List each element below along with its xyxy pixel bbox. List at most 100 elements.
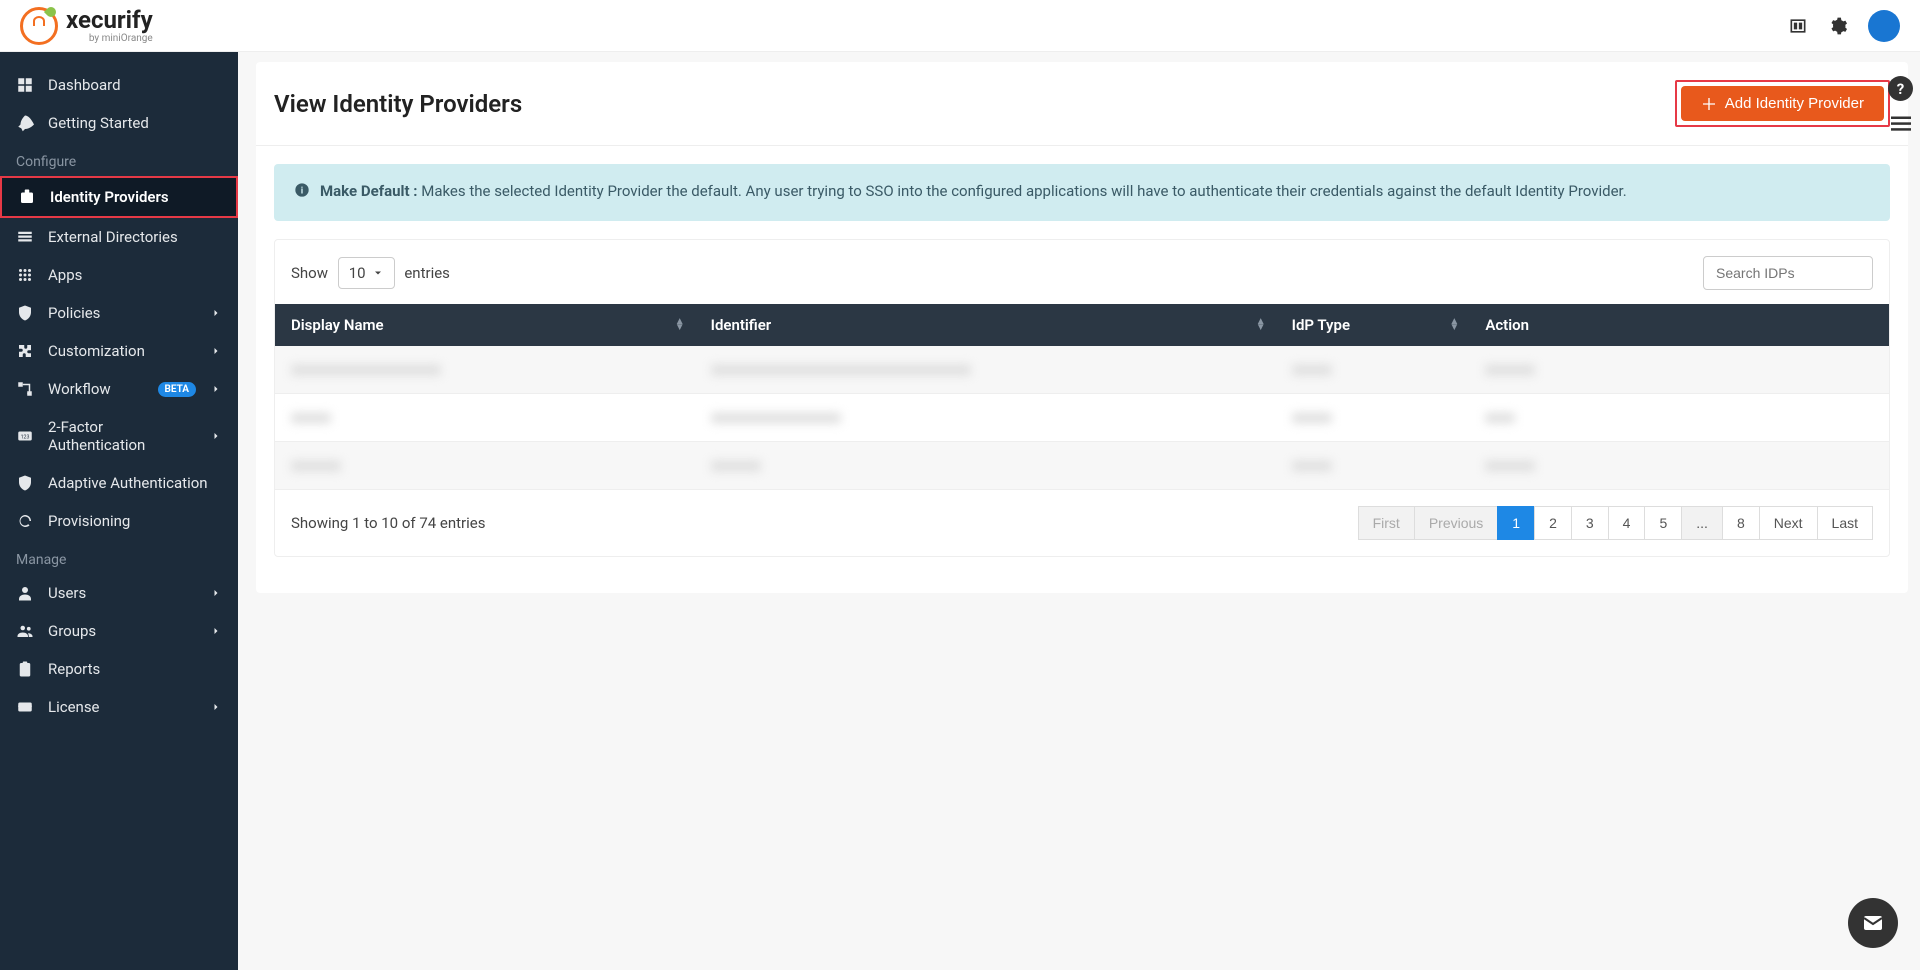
sidebar-item-label: License	[48, 698, 196, 716]
rocket-icon	[16, 114, 34, 132]
entries-select[interactable]: 10	[338, 257, 395, 289]
chevron-right-icon	[210, 307, 222, 319]
col-display-name[interactable]: Display Name▲▼	[275, 304, 695, 346]
svg-text:123: 123	[21, 434, 30, 440]
chevron-right-icon	[210, 383, 222, 395]
group-icon	[16, 622, 34, 640]
sidebar-section-manage: Manage	[0, 540, 238, 574]
chevron-right-icon	[210, 587, 222, 599]
sidebar-item-label: Policies	[48, 304, 196, 322]
sidebar-item-label: Adaptive Authentication	[48, 474, 222, 492]
page-first[interactable]: First	[1358, 506, 1415, 540]
sidebar-item-label: Groups	[48, 622, 196, 640]
card-icon	[16, 698, 34, 716]
banner-text: Makes the selected Identity Provider the…	[418, 182, 1627, 200]
page-8[interactable]: 8	[1722, 506, 1760, 540]
page-title: View Identity Providers	[274, 90, 522, 118]
user-icon	[16, 584, 34, 602]
table-row	[275, 393, 1889, 441]
sidebar-item-2fa[interactable]: 123 2-Factor Authentication	[0, 408, 238, 464]
page-3[interactable]: 3	[1571, 506, 1609, 540]
table-card: Show 10 entries Display Name▲▼ Identifie	[274, 239, 1890, 557]
banner-bold: Make Default :	[320, 182, 418, 200]
page-1[interactable]: 1	[1497, 506, 1535, 540]
plus-icon	[1701, 96, 1717, 112]
info-icon: i	[294, 182, 310, 205]
puzzle-icon	[16, 342, 34, 360]
add-identity-provider-button[interactable]: Add Identity Provider	[1681, 86, 1884, 121]
col-identifier[interactable]: Identifier▲▼	[695, 304, 1276, 346]
beta-badge: BETA	[158, 382, 197, 397]
sidebar-item-license[interactable]: License	[0, 688, 238, 726]
mail-icon	[1861, 911, 1885, 935]
table-row	[275, 346, 1889, 394]
docs-icon[interactable]	[1788, 16, 1808, 36]
brand-logo[interactable]: xecurify by miniOrange	[20, 7, 153, 45]
sidebar-item-label: Getting Started	[48, 114, 222, 132]
sidebar-item-groups[interactable]: Groups	[0, 612, 238, 650]
chevron-right-icon	[210, 345, 222, 357]
sidebar-item-label: Provisioning	[48, 512, 222, 530]
search-input[interactable]	[1703, 256, 1873, 290]
sidebar-item-external-directories[interactable]: External Directories	[0, 218, 238, 256]
grid-icon	[16, 76, 34, 94]
sidebar-item-provisioning[interactable]: Provisioning	[0, 502, 238, 540]
page-2[interactable]: 2	[1534, 506, 1572, 540]
entries-value: 10	[349, 264, 366, 282]
sidebar-item-workflow[interactable]: Workflow BETA	[0, 370, 238, 408]
chat-button[interactable]	[1848, 898, 1898, 948]
sidebar-item-getting-started[interactable]: Getting Started	[0, 104, 238, 142]
help-button[interactable]: ?	[1888, 76, 1913, 101]
sidebar-item-adaptive-auth[interactable]: Adaptive Authentication	[0, 464, 238, 502]
page-5[interactable]: 5	[1644, 506, 1682, 540]
mfa-icon: 123	[16, 427, 34, 445]
sidebar-item-label: Customization	[48, 342, 196, 360]
chevron-right-icon	[210, 625, 222, 637]
sidebar: Dashboard Getting Started Configure Iden…	[0, 52, 238, 970]
sidebar-item-label: Workflow	[48, 380, 144, 398]
chevron-down-icon	[372, 267, 384, 279]
sidebar-item-label: Apps	[48, 266, 222, 284]
svg-text:i: i	[301, 185, 303, 196]
sidebar-item-users[interactable]: Users	[0, 574, 238, 612]
sidebar-item-policies[interactable]: Policies	[0, 294, 238, 332]
topbar: xecurify by miniOrange	[0, 0, 1920, 52]
page-last[interactable]: Last	[1817, 506, 1873, 540]
sidebar-section-configure: Configure	[0, 142, 238, 176]
entries-label: entries	[404, 264, 450, 282]
sync-icon	[16, 512, 34, 530]
logo-icon	[20, 7, 58, 45]
sidebar-item-reports[interactable]: Reports	[0, 650, 238, 688]
page-previous[interactable]: Previous	[1414, 506, 1498, 540]
idp-table: Display Name▲▼ Identifier▲▼ IdP Type▲▼ A…	[275, 304, 1889, 490]
pagination: First Previous 1 2 3 4 5 ... 8 Next Last	[1359, 506, 1873, 540]
apps-icon	[16, 266, 34, 284]
brand-name: xecurify	[66, 8, 153, 32]
table-row	[275, 441, 1889, 489]
page-next[interactable]: Next	[1759, 506, 1818, 540]
info-banner: i Make Default : Makes the selected Iden…	[274, 164, 1890, 221]
col-idp-type[interactable]: IdP Type▲▼	[1276, 304, 1470, 346]
clipboard-icon	[16, 660, 34, 678]
chevron-right-icon	[210, 430, 222, 442]
sidebar-item-label: 2-Factor Authentication	[48, 418, 196, 454]
flow-icon	[16, 380, 34, 398]
sidebar-item-apps[interactable]: Apps	[0, 256, 238, 294]
add-button-highlight: Add Identity Provider	[1675, 80, 1890, 127]
page-ellipsis: ...	[1681, 506, 1723, 540]
avatar[interactable]	[1868, 10, 1900, 42]
side-menu-toggle[interactable]	[1891, 116, 1911, 136]
sidebar-item-label: Users	[48, 584, 196, 602]
sidebar-item-label: Reports	[48, 660, 222, 678]
show-label: Show	[291, 264, 328, 282]
hamburger-icon	[1891, 116, 1911, 132]
sidebar-item-label: Identity Providers	[50, 188, 220, 206]
entries-control: Show 10 entries	[291, 257, 450, 289]
sidebar-item-label: External Directories	[48, 228, 222, 246]
sidebar-item-identity-providers[interactable]: Identity Providers	[0, 176, 238, 218]
page-4[interactable]: 4	[1608, 506, 1646, 540]
gear-icon[interactable]	[1828, 16, 1848, 36]
brand-byline: by miniOrange	[89, 34, 153, 44]
sidebar-item-customization[interactable]: Customization	[0, 332, 238, 370]
sidebar-item-dashboard[interactable]: Dashboard	[0, 66, 238, 104]
